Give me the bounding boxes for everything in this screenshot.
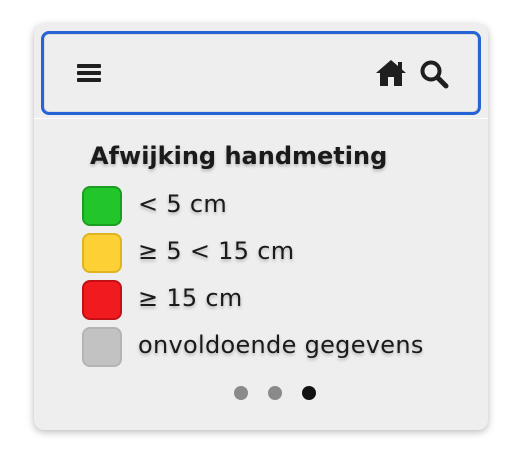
home-icon[interactable] <box>374 57 408 89</box>
search-icon[interactable] <box>418 58 450 90</box>
legend-label: ≥ 15 cm <box>138 284 243 312</box>
legend-title: Afwijking handmeting <box>90 142 388 170</box>
legend-swatch-gray <box>82 327 122 367</box>
legend-swatch-red <box>82 280 122 320</box>
toolbar-divider <box>34 118 488 119</box>
pagination-dots <box>34 386 488 400</box>
legend-label: onvoldoende gegevens <box>138 331 424 359</box>
legend-item-under-5cm: < 5 cm <box>82 186 482 228</box>
pagination-dot-2[interactable] <box>268 386 282 400</box>
menu-icon[interactable] <box>74 60 104 86</box>
legend-panel: Afwijking handmeting < 5 cm ≥ 5 < 15 cm … <box>34 24 488 430</box>
legend-item-5-to-15cm: ≥ 5 < 15 cm <box>82 233 482 275</box>
pagination-dot-3-active[interactable] <box>302 386 316 400</box>
pagination-dot-1[interactable] <box>234 386 248 400</box>
toolbar <box>41 31 481 115</box>
legend-swatch-yellow <box>82 233 122 273</box>
legend-item-insufficient-data: onvoldoende gegevens <box>82 327 482 369</box>
legend-label: < 5 cm <box>138 190 228 218</box>
legend-item-over-15cm: ≥ 15 cm <box>82 280 482 322</box>
legend-swatch-green <box>82 186 122 226</box>
legend-label: ≥ 5 < 15 cm <box>138 237 295 265</box>
